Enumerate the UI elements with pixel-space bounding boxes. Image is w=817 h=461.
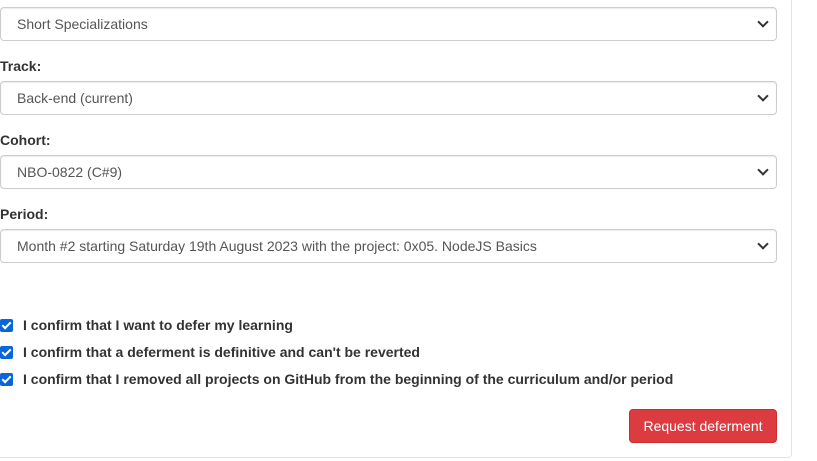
specialization-select-value: Short Specializations xyxy=(17,16,148,32)
chevron-down-icon xyxy=(757,16,769,28)
confirm-defer-label: I confirm that I want to defer my learni… xyxy=(23,317,293,333)
chevron-down-icon xyxy=(757,164,769,176)
cohort-select-value: NBO-0822 (C#9) xyxy=(17,164,123,180)
specialization-select[interactable]: Short Specializations xyxy=(0,7,777,41)
confirm-definitive-row: I confirm that a deferment is definitive… xyxy=(0,343,420,361)
request-deferment-button[interactable]: Request deferment xyxy=(629,409,777,443)
chevron-down-icon xyxy=(757,90,769,102)
confirm-removed-projects-checkbox[interactable] xyxy=(0,372,13,386)
track-select-value: Back-end (current) xyxy=(17,90,133,106)
period-label: Period: xyxy=(0,206,49,222)
confirm-removed-projects-row: I confirm that I removed all projects on… xyxy=(0,370,673,388)
cohort-select[interactable]: NBO-0822 (C#9) xyxy=(0,155,777,189)
confirm-removed-projects-label: I confirm that I removed all projects on… xyxy=(23,371,674,387)
confirm-defer-checkbox[interactable] xyxy=(0,318,13,332)
track-select[interactable]: Back-end (current) xyxy=(0,81,777,115)
period-select[interactable]: Month #2 starting Saturday 19th August 2… xyxy=(0,229,777,263)
confirm-definitive-checkbox[interactable] xyxy=(0,345,13,359)
period-select-value: Month #2 starting Saturday 19th August 2… xyxy=(17,238,537,254)
confirm-defer-row: I confirm that I want to defer my learni… xyxy=(0,316,293,334)
track-label: Track: xyxy=(0,58,42,74)
confirm-definitive-label: I confirm that a deferment is definitive… xyxy=(23,344,420,360)
chevron-down-icon xyxy=(757,238,769,250)
cohort-label: Cohort: xyxy=(0,132,51,148)
